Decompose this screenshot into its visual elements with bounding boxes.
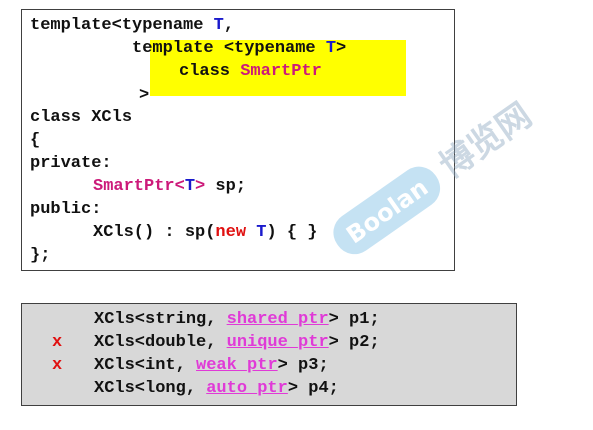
- code-text: XCls() : sp(: [93, 223, 216, 242]
- code-line-8: SmartPtr<T> sp;: [93, 177, 246, 197]
- code-row-4: XCls<long, auto_ptr> p4;: [94, 379, 339, 399]
- type-param-t: T: [325, 39, 337, 58]
- code-line-3: class SmartPtr: [179, 62, 322, 82]
- code-line-5: class XCls: [30, 108, 133, 127]
- class-name-smartptr: SmartPtr: [93, 177, 175, 196]
- angle-bracket: <: [174, 177, 185, 196]
- code-line-4: >: [139, 86, 150, 105]
- code-line-10: XCls() : sp(new T) { }: [93, 223, 317, 243]
- code-line-2: template <typename T>: [132, 39, 346, 59]
- code-text: XCls<double,: [94, 333, 227, 352]
- type-param-t: T: [213, 16, 224, 35]
- code-text: > p2;: [328, 333, 380, 352]
- code-text: >: [336, 39, 347, 58]
- template-code-box: template<typename T, template <typename …: [21, 9, 455, 271]
- code-row-2: XCls<double, unique_ptr> p2;: [94, 333, 380, 353]
- code-text: XCls<string,: [94, 310, 227, 329]
- smart-pointer-type: weak_ptr: [196, 356, 278, 375]
- code-text: > p3;: [277, 356, 329, 375]
- code-text: template <typename: [132, 39, 326, 58]
- class-name-smartptr: SmartPtr: [240, 62, 322, 81]
- smart-pointer-type: shared_ptr: [226, 310, 329, 329]
- code-line-11: };: [30, 246, 51, 265]
- type-param-t: T: [256, 223, 267, 242]
- code-text: sp;: [205, 177, 247, 196]
- keyword-new: new: [215, 223, 247, 242]
- instantiation-code-box: XCls<string, shared_ptr> p1; x XCls<doub…: [21, 303, 517, 406]
- code-line-6: {: [30, 131, 41, 150]
- code-line-7: private:: [30, 154, 112, 173]
- code-text: > p4;: [287, 379, 339, 398]
- code-text: ) { }: [266, 223, 318, 242]
- angle-bracket: >: [195, 177, 206, 196]
- invalid-mark-row-2: x: [52, 333, 63, 352]
- code-line-1: template<typename T,: [30, 16, 234, 36]
- code-row-3: XCls<int, weak_ptr> p3;: [94, 356, 329, 376]
- code-text: class: [179, 62, 241, 81]
- code-text: > p1;: [328, 310, 380, 329]
- code-text: XCls<int,: [94, 356, 197, 375]
- type-param-t: T: [184, 177, 196, 196]
- code-text: XCls<long,: [94, 379, 207, 398]
- code-line-9: public:: [30, 200, 102, 219]
- code-row-1: XCls<string, shared_ptr> p1;: [94, 310, 380, 330]
- smart-pointer-type: unique_ptr: [226, 333, 329, 352]
- code-text: template<typename: [30, 16, 214, 35]
- invalid-mark-row-3: x: [52, 356, 63, 375]
- smart-pointer-type: auto_ptr: [206, 379, 288, 398]
- code-text: ,: [223, 16, 235, 35]
